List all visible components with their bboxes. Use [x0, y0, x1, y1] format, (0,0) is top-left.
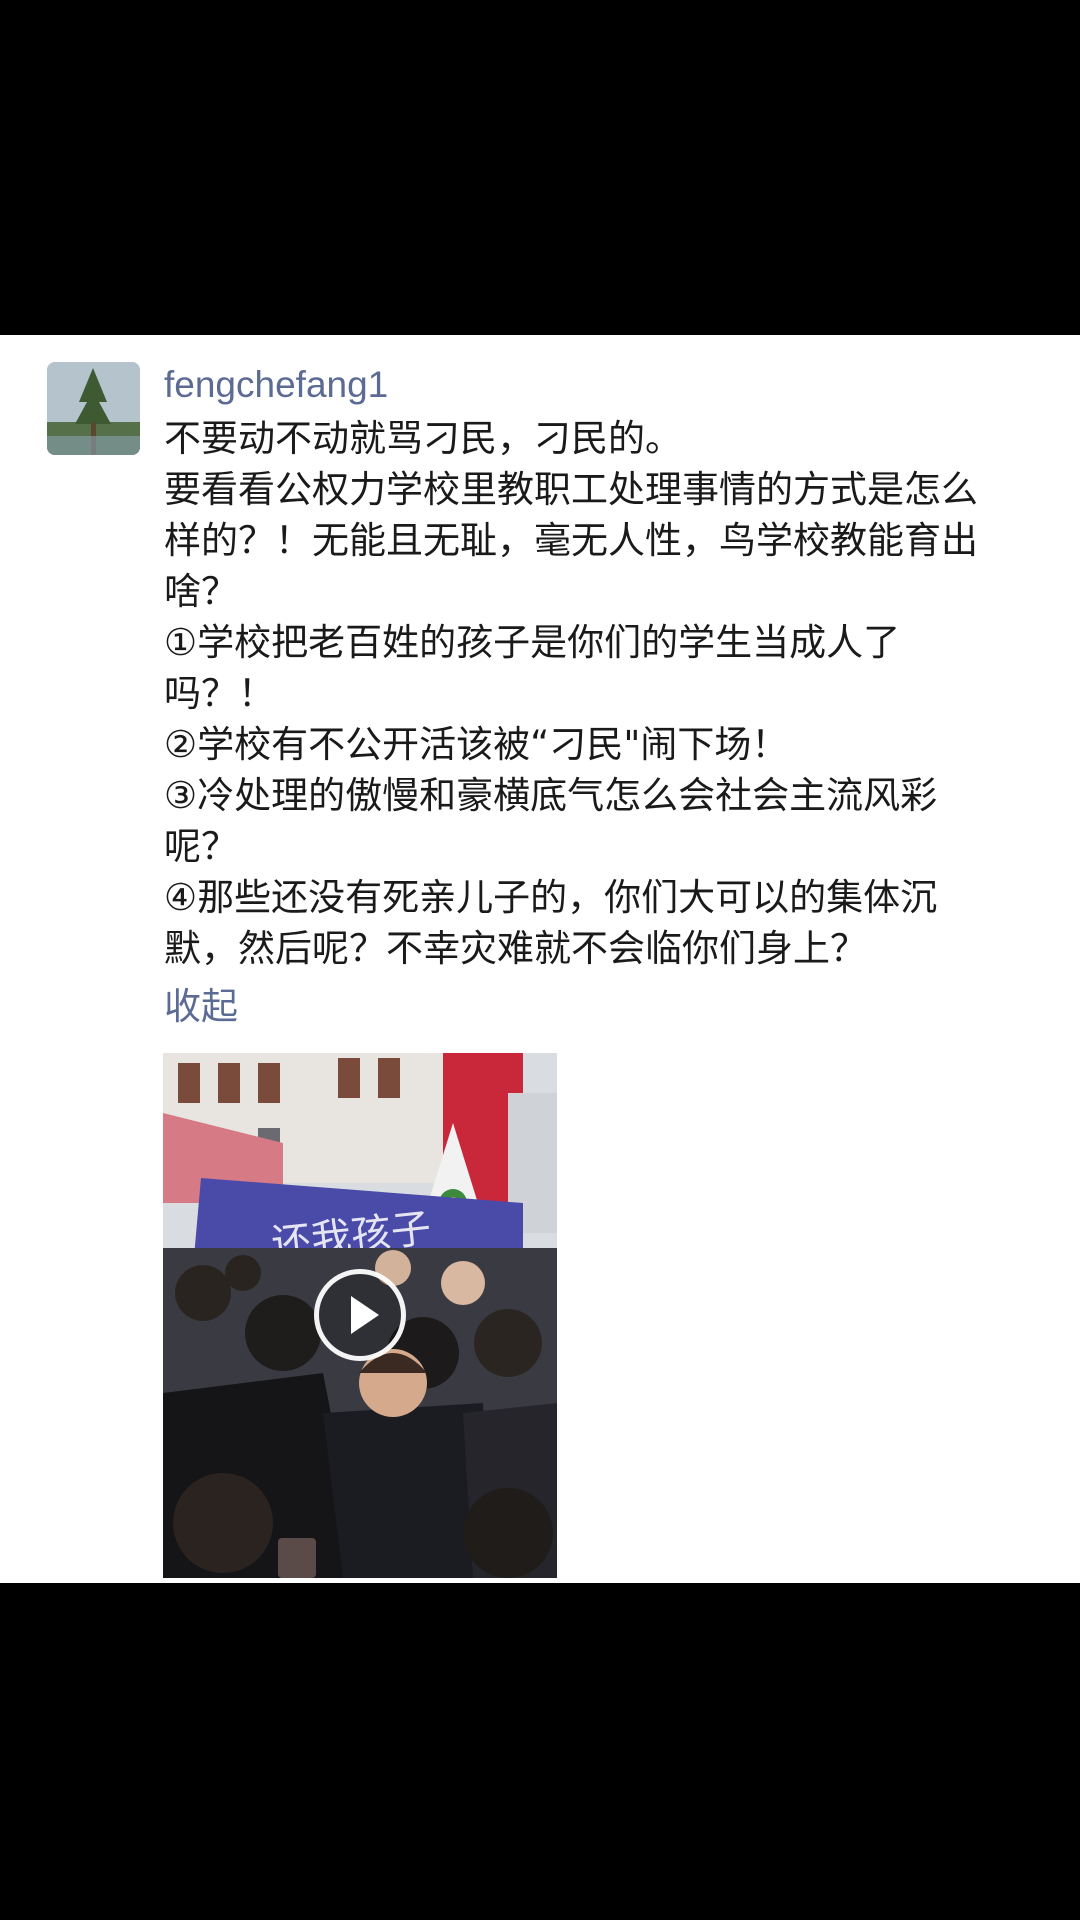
post-text: 不要动不动就骂刁民，刁民的。 要看看公权力学校里教职工处理事情的方式是怎么 样的…	[164, 413, 1044, 974]
post-line: 不要动不动就骂刁民，刁民的。	[164, 417, 682, 460]
post-card: fengchefang1 不要动不动就骂刁民，刁民的。 要看看公权力学校里教职工…	[0, 335, 1080, 1583]
post-line: ②学校有不公开活该被“刁民"闹下场！	[164, 723, 789, 766]
post-line: 要看看公权力学校里教职工处理事情的方式是怎么	[164, 468, 978, 511]
top-black-band	[0, 0, 1080, 335]
post-line: ④那些还没有死亲儿子的，你们大可以的集体沉	[164, 876, 938, 919]
bottom-black-band	[0, 1583, 1080, 1920]
username-link[interactable]: fengchefang1	[164, 361, 388, 409]
collapse-link[interactable]: 收起	[164, 982, 238, 1032]
post-line: 吗？！	[164, 672, 275, 715]
video-thumbnail[interactable]: 还我孩子	[163, 1053, 557, 1578]
post-line: 默，然后呢？不幸灾难就不会临你们身上？	[164, 927, 867, 970]
play-button[interactable]	[314, 1269, 406, 1361]
avatar-image	[47, 362, 140, 455]
play-icon	[351, 1296, 379, 1334]
post-line: 样的？！无能且无耻，毫无人性，鸟学校教能育出	[164, 519, 978, 562]
post-line: ③冷处理的傲慢和豪横底气怎么会社会主流风彩	[164, 774, 938, 817]
post-line: 啥？	[164, 570, 238, 613]
avatar[interactable]	[47, 362, 140, 455]
post-line: ①学校把老百姓的孩子是你们的学生当成人了	[164, 621, 901, 664]
post-line: 呢？	[164, 825, 238, 868]
